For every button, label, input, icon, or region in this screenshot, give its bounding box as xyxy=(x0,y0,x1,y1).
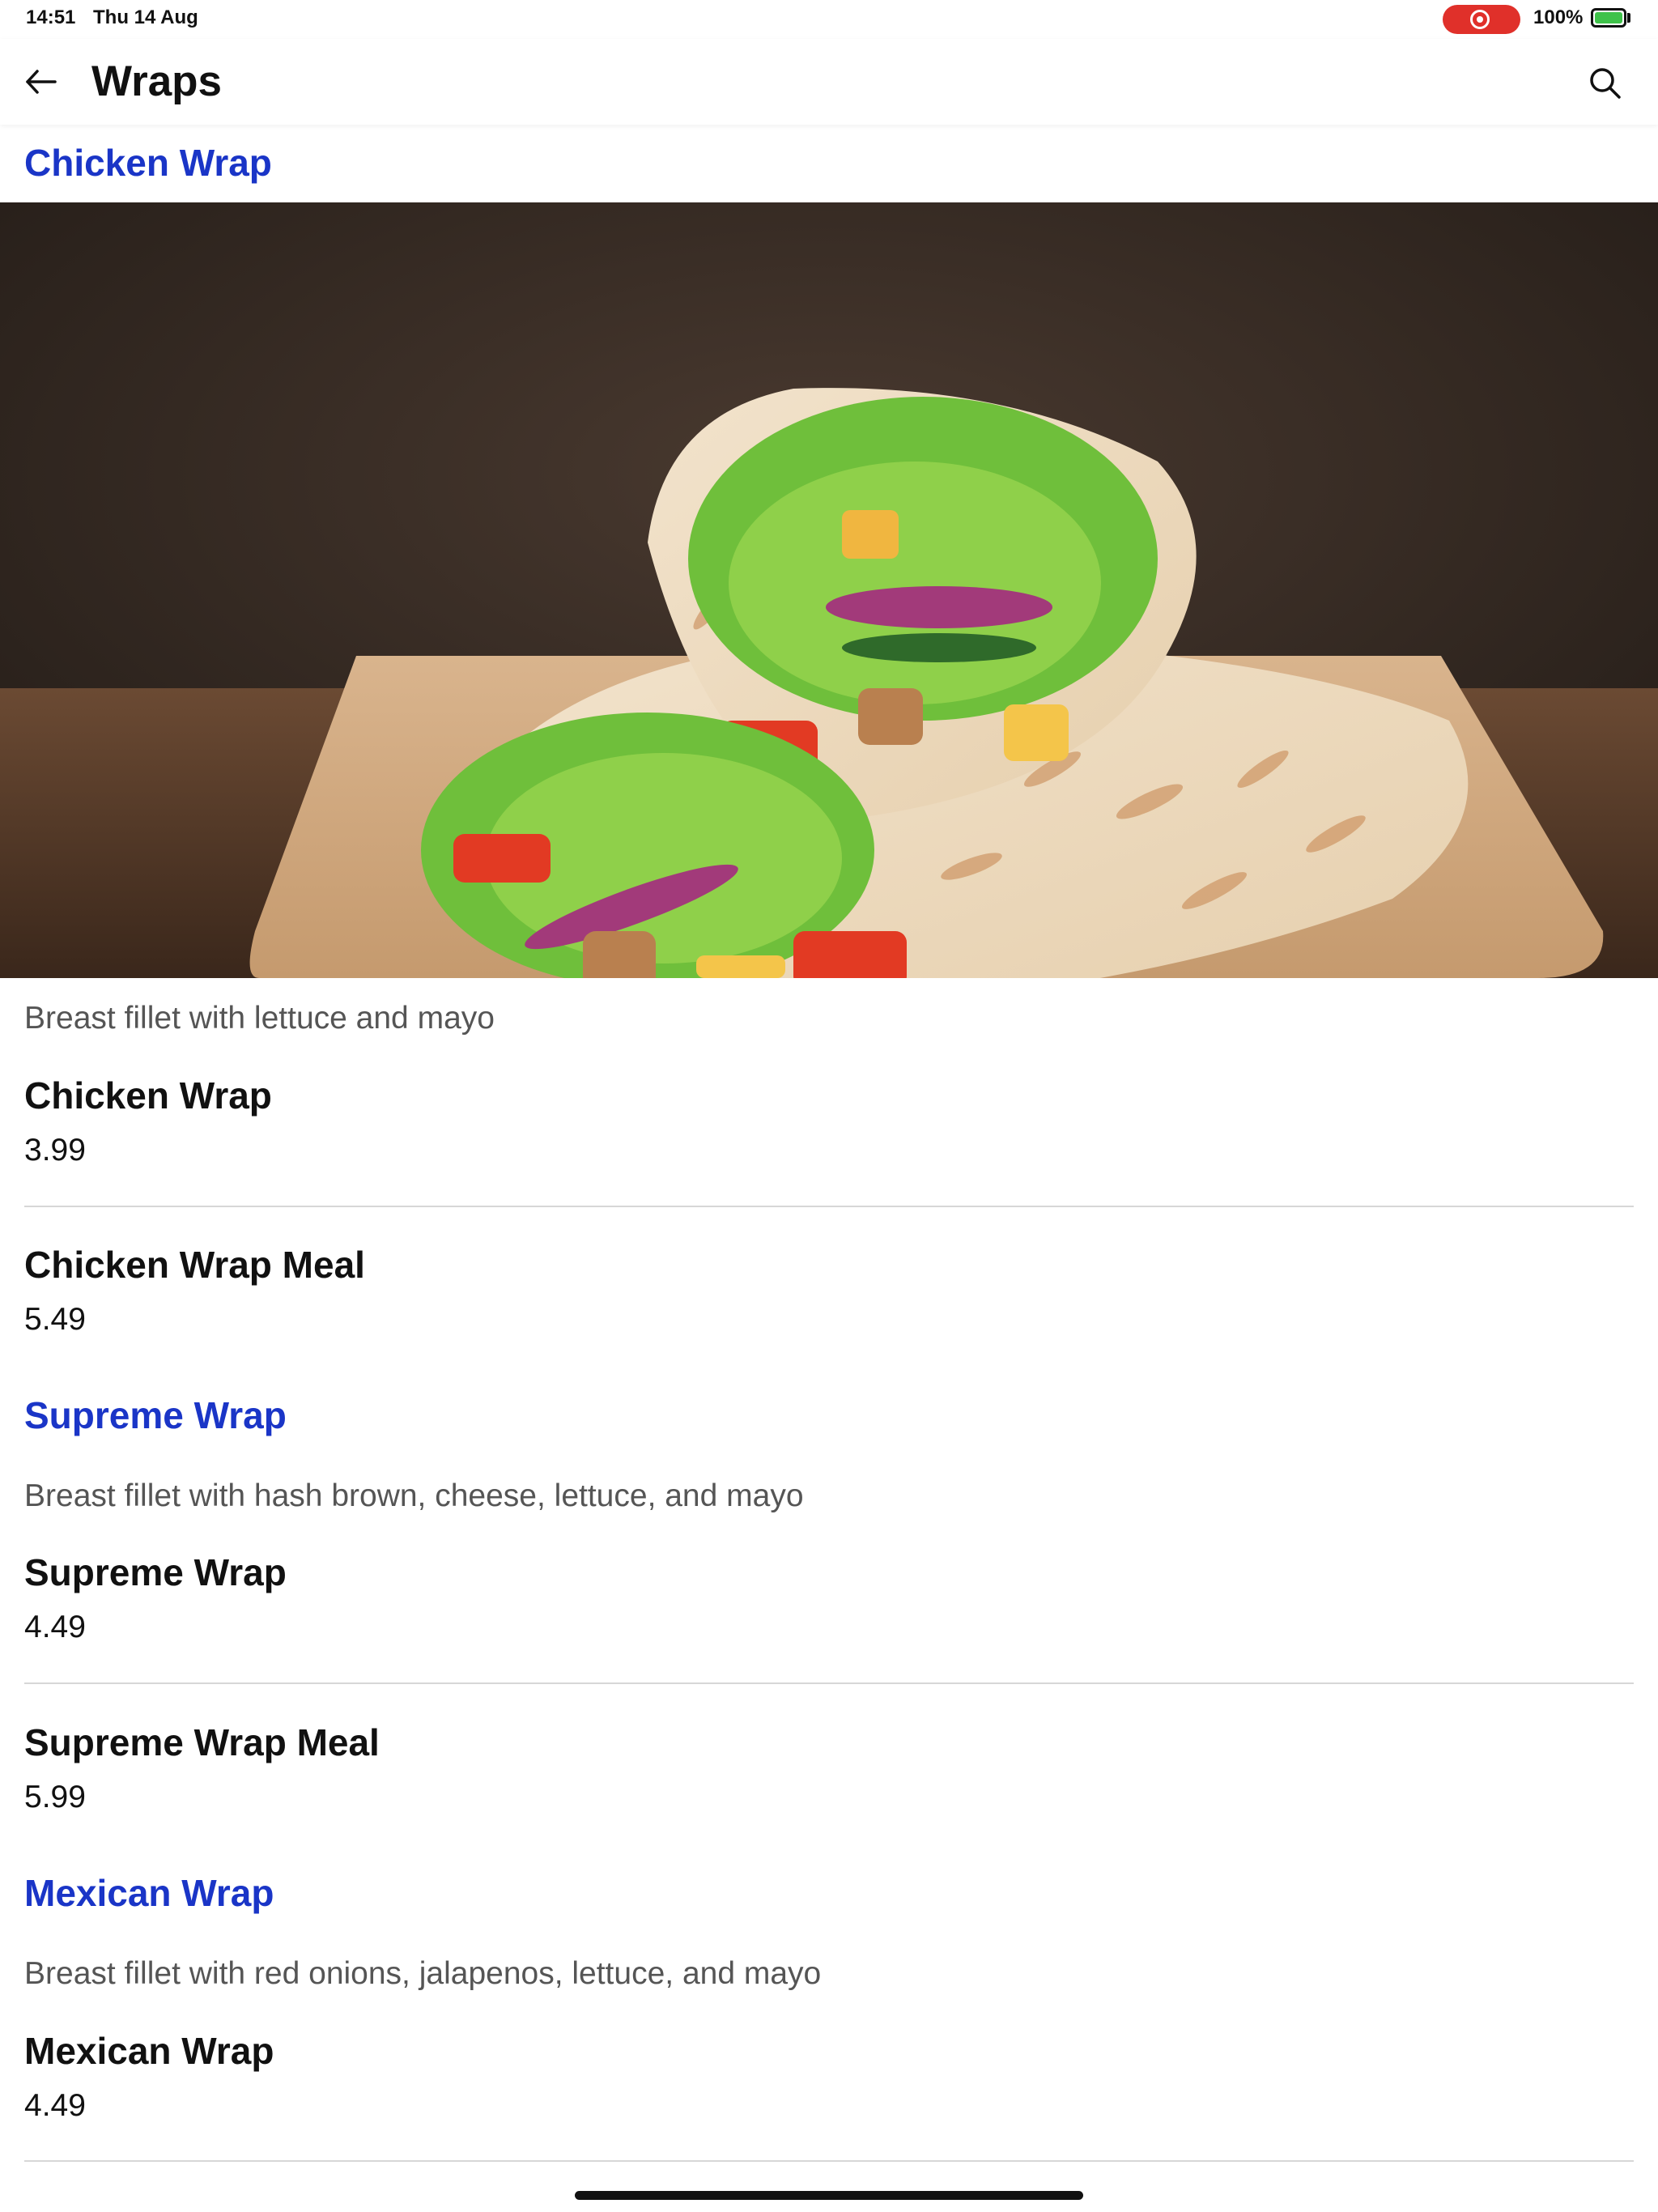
menu-item[interactable]: Supreme Wrap Meal 5.99 xyxy=(0,1720,1658,1841)
battery-icon xyxy=(1591,8,1626,28)
back-button[interactable] xyxy=(21,62,62,102)
item-name: Chicken Wrap xyxy=(24,1074,272,1117)
record-icon xyxy=(1470,10,1490,29)
divider xyxy=(24,1206,1634,1207)
status-time: 14:51 xyxy=(26,6,76,28)
divider xyxy=(24,2160,1634,2162)
search-button[interactable] xyxy=(1585,63,1626,104)
menu-item[interactable]: Mexican Wrap 4.49 xyxy=(0,2028,1658,2150)
menu-item[interactable]: Chicken Wrap Meal 5.49 xyxy=(0,1242,1658,1363)
item-price: 5.49 xyxy=(24,1302,86,1337)
section-title-chicken-wrap: Chicken Wrap xyxy=(24,142,272,184)
section-title-mexican-wrap: Mexican Wrap xyxy=(24,1872,274,1914)
section-description: Breast fillet with red onions, jalapenos… xyxy=(24,1956,822,1991)
item-name: Mexican Wrap xyxy=(24,2030,274,2072)
item-name: Supreme Wrap xyxy=(24,1551,287,1593)
menu-item[interactable]: Supreme Wrap 4.49 xyxy=(0,1550,1658,1671)
section-title-supreme-wrap: Supreme Wrap xyxy=(24,1394,287,1436)
screen-recording-indicator[interactable] xyxy=(1443,5,1520,34)
app-header: Wraps xyxy=(0,39,1658,125)
item-price: 3.99 xyxy=(24,1133,86,1168)
status-date: Thu 14 Aug xyxy=(93,6,198,28)
page-title: Wraps xyxy=(91,57,223,105)
item-price: 5.99 xyxy=(24,1780,86,1814)
arrow-left-icon xyxy=(26,70,57,94)
search-icon xyxy=(1590,68,1621,99)
status-bar: 14:51 Thu 14 Aug 100% xyxy=(0,0,1658,39)
home-indicator[interactable] xyxy=(575,2191,1083,2200)
divider xyxy=(24,1682,1634,1684)
menu-item[interactable]: Chicken Wrap 3.99 xyxy=(0,1073,1658,1194)
item-price: 4.49 xyxy=(24,1610,86,1644)
item-price: 4.49 xyxy=(24,2088,86,2123)
item-name: Chicken Wrap Meal xyxy=(24,1244,365,1286)
section-description: Breast fillet with hash brown, cheese, l… xyxy=(24,1478,804,1513)
battery-cap xyxy=(1627,13,1630,23)
chicken-wrap-image xyxy=(0,202,1658,978)
battery-percentage: 100% xyxy=(1533,6,1584,28)
item-name: Supreme Wrap Meal xyxy=(24,1721,380,1763)
section-description: Breast fillet with lettuce and mayo xyxy=(24,1001,495,1036)
